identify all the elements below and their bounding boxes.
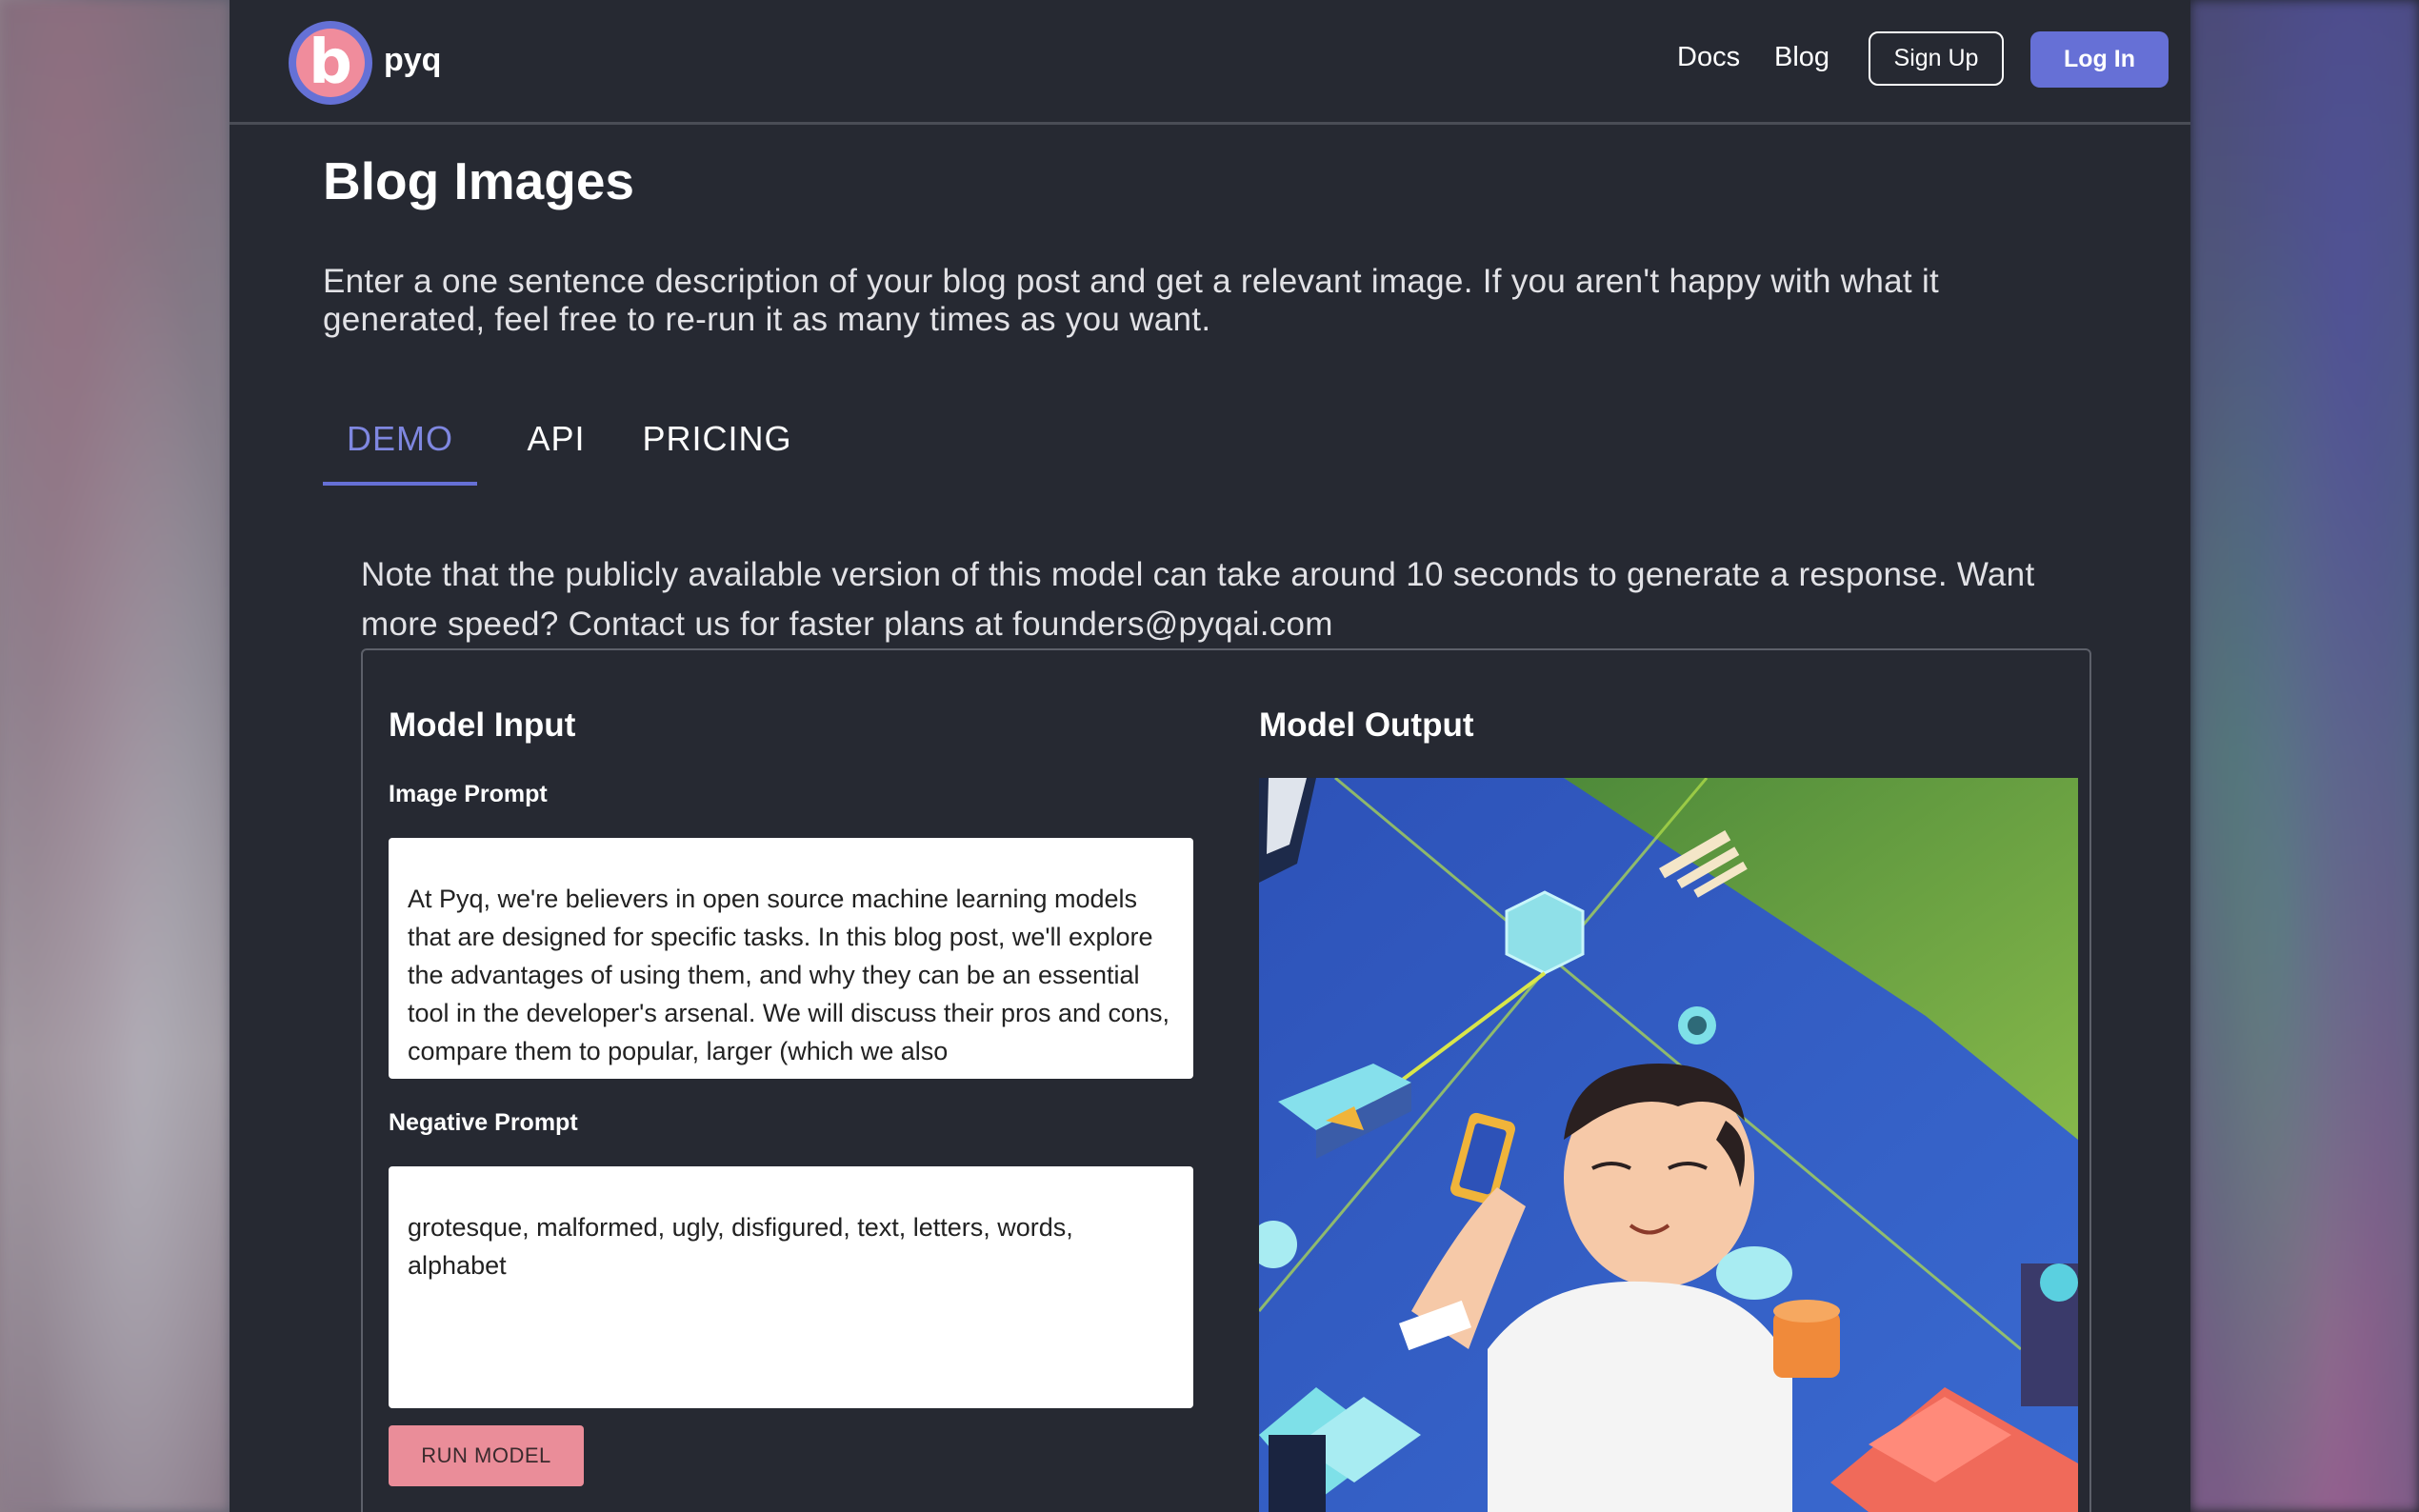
tab-pricing[interactable]: PRICING — [637, 419, 797, 482]
background-right — [2190, 0, 2419, 1512]
page-container: b pyq Docs Blog Sign Up Log In Blog Imag… — [230, 0, 2190, 1512]
model-output-title: Model Output — [1259, 706, 1474, 744]
page-title: Blog Images — [323, 151, 635, 210]
nav-link-docs[interactable]: Docs — [1677, 42, 1740, 73]
tab-api[interactable]: API — [504, 419, 609, 482]
logo-letter: b — [296, 29, 365, 97]
run-model-button[interactable]: RUN MODEL — [389, 1425, 584, 1486]
background-left — [0, 0, 230, 1512]
negative-prompt-label: Negative Prompt — [389, 1109, 578, 1136]
nav-link-blog[interactable]: Blog — [1774, 42, 1829, 73]
tab-demo[interactable]: DEMO — [323, 419, 477, 486]
signup-button[interactable]: Sign Up — [1869, 31, 2004, 86]
brand-name[interactable]: pyq — [384, 42, 441, 79]
image-prompt-input[interactable]: At Pyq, we're believers in open source m… — [389, 838, 1193, 1079]
negative-prompt-input[interactable]: grotesque, malformed, ugly, disfigured, … — [389, 1166, 1193, 1408]
navbar: b pyq Docs Blog Sign Up Log In — [230, 0, 2190, 125]
speed-note: Note that the publicly available version… — [361, 556, 2035, 643]
login-button[interactable]: Log In — [2030, 31, 2169, 88]
page-description: Enter a one sentence description of your… — [323, 263, 1940, 338]
model-input-title: Model Input — [389, 706, 576, 744]
model-output-image — [1259, 778, 2078, 1512]
image-prompt-label: Image Prompt — [389, 781, 548, 807]
pyq-logo-icon[interactable]: b — [289, 21, 372, 105]
